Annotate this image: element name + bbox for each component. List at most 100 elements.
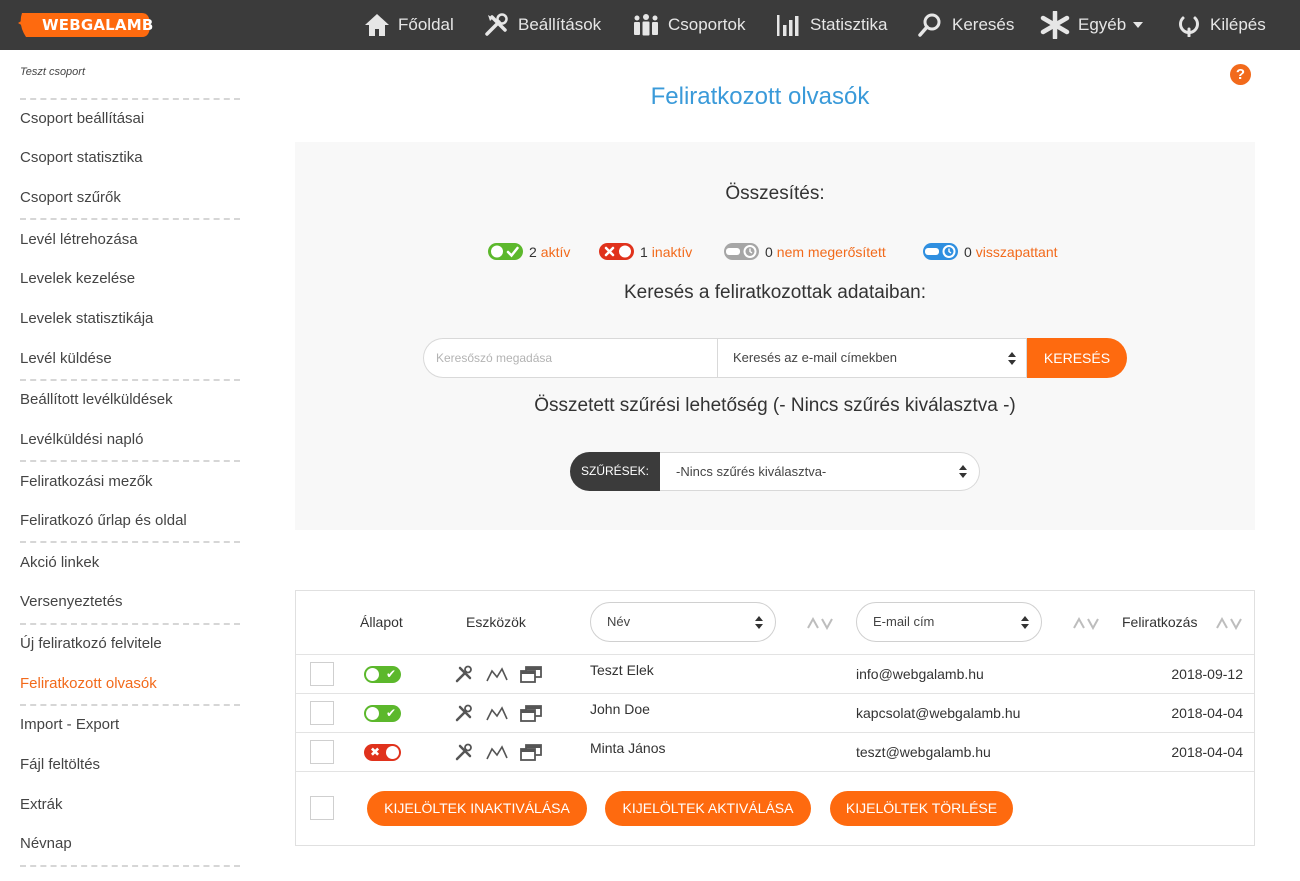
search-field-select[interactable]: Keresés az e-mail címekben [717,338,1027,378]
deactivate-selected-button[interactable]: KIJELÖLTEK INAKTIVÁLÁSA [367,791,587,826]
stat-unconfirmed-count: 0 [765,243,773,260]
sidebar-item-levelkuldesi-naplo[interactable]: Levélküldési napló [20,431,143,448]
activate-selected-button[interactable]: KIJELÖLTEK AKTIVÁLÁSA [605,791,811,826]
nav-kereses-label: Keresés [952,15,1015,34]
sidebar-item-levelek-statisztikaja[interactable]: Levelek statisztikája [20,310,153,327]
sidebar-item-akcio-linkek[interactable]: Akció linkek [20,554,99,571]
status-toggle[interactable]: ✔ [364,666,401,683]
nav-beallitasok-label: Beállítások [518,15,602,34]
tools-icon[interactable] [455,704,473,722]
sidebar-item-feliratkozasi-mezok[interactable]: Feliratkozási mezők [20,473,153,490]
stat-inactive-count: 1 [640,243,648,260]
search-title: Keresés a feliratkozottak adataiban: [623,282,927,303]
nav-statisztika[interactable]: Statisztika [776,0,887,50]
status-toggle[interactable]: ✔ [364,705,401,722]
row-checkbox[interactable] [310,662,334,686]
cross-icon: ✖ [370,745,381,759]
toggle-knob [366,668,379,681]
stat-inactive-label[interactable]: inaktív [652,244,692,260]
sidebar-item-nevnap[interactable]: Névnap [20,835,72,852]
column-header-tools: Eszközök [466,614,526,630]
sidebar-item-versenyeztetes[interactable]: Versenyeztetés [20,593,123,610]
sort-date-icon[interactable] [1215,616,1243,630]
sidebar-item-feliratkozott-olvasok[interactable]: Feliratkozott olvasók [20,675,157,692]
stat-active-label[interactable]: aktív [541,244,571,260]
stat-bounced: 0 visszapattant [923,243,1058,260]
sidebar-item-import-export[interactable]: Import - Export [20,716,119,733]
email-column-select[interactable]: E-mail cím [856,602,1042,642]
stat-unconfirmed-label[interactable]: nem megerősített [777,244,886,260]
stats-line-icon[interactable] [486,666,508,682]
windows-icon[interactable] [520,665,542,683]
row-date: 2018-09-12 [1171,666,1243,682]
windows-icon[interactable] [520,743,542,761]
filter-select[interactable]: -Nincs szűrés kiválasztva- [660,452,980,491]
page-title: Feliratkozott olvasók [650,83,870,110]
sidebar-divider [20,865,240,867]
delete-selected-button[interactable]: KIJELÖLTEK TÖRLÉSE [830,791,1013,826]
stat-bounced-count: 0 [964,243,972,260]
chevron-down-icon [1133,22,1144,28]
sidebar-divider [20,379,240,381]
stats-line-icon[interactable] [486,744,508,760]
row-date: 2018-04-04 [1171,744,1243,760]
nav-kereses[interactable]: Keresés [918,0,1014,50]
sidebar-item-extrak[interactable]: Extrák [20,796,63,813]
filter-label: SZŰRÉSEK: [570,452,660,491]
row-checkbox[interactable] [310,740,334,764]
row-email: teszt@webgalamb.hu [856,744,991,760]
nav-kilepes-label: Kilépés [1210,15,1266,34]
sidebar-item-level-letrehozasa[interactable]: Levél létrehozása [20,231,138,248]
search-icon [918,13,941,37]
row-checkbox[interactable] [310,701,334,725]
nav-beallitasok[interactable]: Beállítások [484,0,601,50]
row-name: Minta János [590,740,666,756]
filter-select-value: -Nincs szűrés kiválasztva- [676,464,827,479]
check-icon: ✔ [385,667,396,681]
select-arrows-icon [959,465,967,479]
sidebar-item-fajl-feltoltes[interactable]: Fájl feltöltés [20,756,100,773]
nav-statisztika-label: Statisztika [810,15,888,34]
nav-csoportok[interactable]: Csoportok [632,0,745,50]
column-header-subscribed: Feliratkozás [1122,614,1198,630]
logout-icon [1179,14,1199,37]
sort-email-icon[interactable] [1072,616,1100,630]
group-icon [634,14,658,36]
row-divider [296,771,1254,772]
row-divider [296,693,1254,694]
sort-name-icon[interactable] [806,616,834,630]
row-divider [296,732,1254,733]
status-toggle[interactable]: ✖ [364,744,401,761]
tools-icon[interactable] [455,665,473,683]
nav-fooldal[interactable]: Főoldal [364,0,454,50]
toggle-off-icon [599,243,634,260]
help-icon[interactable]: ? [1230,64,1251,85]
search-button[interactable]: KERESÉS [1027,338,1127,378]
name-column-select-value: Név [607,614,631,629]
nav-kilepes[interactable]: Kilépés [1176,0,1266,50]
sidebar-item-csoport-szurok[interactable]: Csoport szűrők [20,189,121,206]
sidebar-item-csoport-beallitasai[interactable]: Csoport beállításai [20,110,144,127]
toggle-knob [386,746,399,759]
sidebar-item-uj-feliratkozo[interactable]: Új feliratkozó felvitele [20,635,162,652]
windows-icon[interactable] [520,704,542,722]
select-arrows-icon [1008,352,1016,366]
row-name: Teszt Elek [590,662,654,678]
nav-fooldal-label: Főoldal [398,15,454,34]
sidebar-item-level-kuldese[interactable]: Levél küldése [20,350,112,367]
toggle-knob [366,707,379,720]
sidebar-item-levelek-kezelese[interactable]: Levelek kezelése [20,270,135,287]
tools-icon[interactable] [455,743,473,761]
email-column-select-value: E-mail cím [873,614,935,629]
home-icon [365,14,389,36]
nav-egyeb[interactable]: Egyéb [1040,0,1144,50]
sidebar-item-feliratkozo-urlap[interactable]: Feliratkozó űrlap és oldal [20,512,187,529]
sidebar-item-beallitott-levelkuldesek[interactable]: Beállított levélküldések [20,391,173,408]
name-column-select[interactable]: Név [590,602,776,642]
search-input[interactable] [423,338,718,378]
stats-line-icon[interactable] [486,705,508,721]
logo[interactable]: WEBGALAMB [18,9,153,41]
stat-bounced-label[interactable]: visszapattant [976,244,1058,260]
select-all-checkbox[interactable] [310,796,334,820]
sidebar-item-csoport-statisztika[interactable]: Csoport statisztika [20,149,143,166]
